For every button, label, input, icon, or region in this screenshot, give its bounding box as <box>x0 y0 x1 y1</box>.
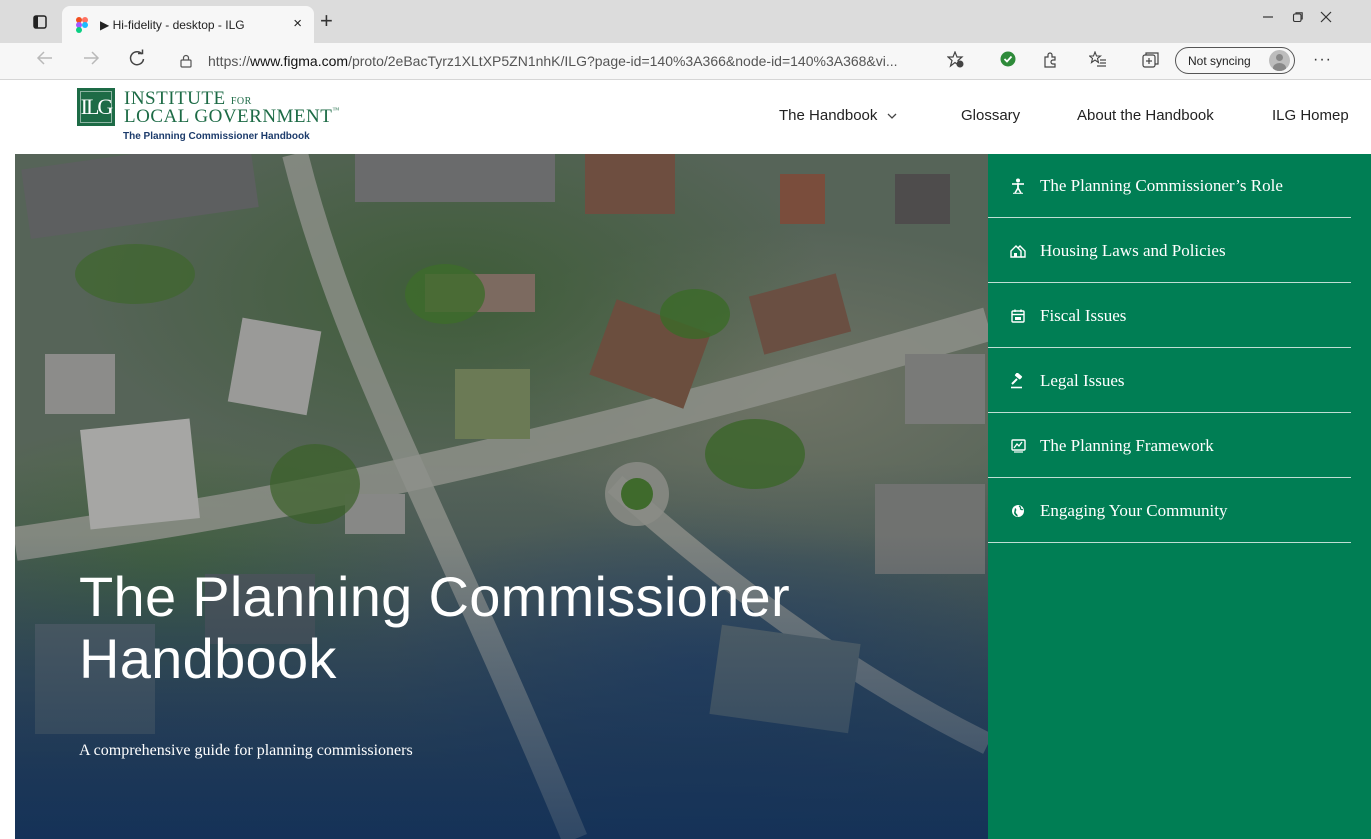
houses-icon <box>1010 243 1026 259</box>
window-close-icon[interactable] <box>1320 10 1332 28</box>
forward-arrow-icon[interactable] <box>82 49 100 72</box>
favorites-list-icon[interactable] <box>1087 50 1107 74</box>
site-header: ILG INSTITUTE FOR LOCAL GOVERNMENT™ The … <box>0 80 1371 154</box>
profile-sync-button[interactable]: Not syncing <box>1175 47 1295 74</box>
extensions-icon[interactable] <box>1042 51 1060 74</box>
browser-address-bar: https://www.figma.com/proto/2eBacTyrz1XL… <box>0 43 1371 80</box>
logo-local-government-text: LOCAL GOVERNMENT™ <box>124 106 340 127</box>
refresh-icon[interactable] <box>128 49 146 72</box>
menu-item-engaging-community[interactable]: Engaging Your Community <box>988 479 1351 543</box>
new-tab-button[interactable]: + <box>320 8 333 34</box>
ilg-logo-mark: ILG <box>77 88 115 126</box>
menu-item-fiscal-issues[interactable]: Fiscal Issues <box>988 284 1351 348</box>
menu-item-planning-framework[interactable]: The Planning Framework <box>988 414 1351 478</box>
chapter-side-menu: The Planning Commissioner’s Role Housing… <box>988 154 1371 839</box>
gavel-icon <box>1010 372 1026 389</box>
menu-item-housing-laws[interactable]: Housing Laws and Policies <box>988 219 1351 283</box>
url-field[interactable]: https://www.figma.com/proto/2eBacTyrz1XL… <box>168 46 973 75</box>
lock-icon[interactable] <box>180 54 192 68</box>
back-arrow-icon[interactable] <box>36 49 54 72</box>
menu-item-commissioners-role[interactable]: The Planning Commissioner’s Role <box>988 154 1351 218</box>
collections-icon[interactable] <box>1142 51 1160 74</box>
nav-ilg-homepage[interactable]: ILG Homep <box>1272 107 1349 124</box>
tab-close-icon[interactable]: × <box>293 15 302 32</box>
browser-tab-active[interactable]: ▶ Hi-fidelity - desktop - ILG × <box>62 6 314 43</box>
hero-subtitle: A comprehensive guide for planning commi… <box>79 742 413 759</box>
nav-about-the-handbook[interactable]: About the Handbook <box>1077 107 1214 124</box>
avatar <box>1269 50 1290 71</box>
tab-title: ▶ Hi-fidelity - desktop - ILG <box>100 17 245 32</box>
check-shield-icon[interactable] <box>1000 51 1018 74</box>
browser-tab-bar: ▶ Hi-fidelity - desktop - ILG × + <box>0 0 1371 43</box>
nav-glossary[interactable]: Glossary <box>961 107 1020 124</box>
restore-icon[interactable] <box>1292 10 1304 28</box>
logo-subtitle: The Planning Commissioner Handbook <box>123 131 310 142</box>
url-text: https://www.figma.com/proto/2eBacTyrz1XL… <box>208 52 898 69</box>
nav-the-handbook[interactable]: The Handbook <box>779 107 897 124</box>
calendar-icon <box>1010 308 1026 324</box>
tab-actions-icon[interactable] <box>26 8 54 36</box>
map-icon <box>1010 438 1026 454</box>
aerial-city-image <box>15 154 988 839</box>
minimize-icon[interactable] <box>1262 10 1274 28</box>
menu-item-legal-issues[interactable]: Legal Issues <box>988 349 1351 413</box>
hero-banner: The Planning Commissioner Handbook A com… <box>15 154 988 839</box>
favorite-star-icon[interactable] <box>946 50 965 74</box>
more-options-icon[interactable]: ··· <box>1313 51 1332 69</box>
figma-icon <box>76 16 90 33</box>
globe-icon <box>1010 503 1026 519</box>
sync-label: Not syncing <box>1188 53 1251 68</box>
chevron-down-icon <box>887 109 897 123</box>
person-icon <box>1010 178 1026 194</box>
hero-title: The Planning Commissioner Handbook <box>79 565 790 690</box>
